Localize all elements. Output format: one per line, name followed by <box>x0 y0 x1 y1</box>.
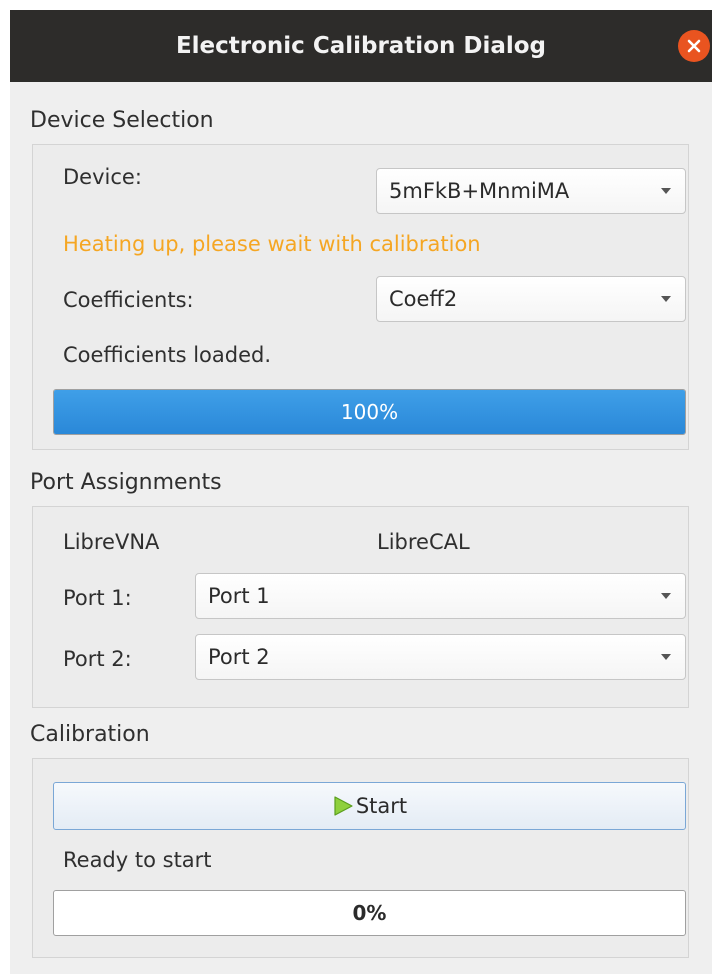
start-button[interactable]: Start <box>53 782 686 830</box>
device-select-value: 5mFkB+MnmiMA <box>389 179 570 203</box>
device-label: Device: <box>63 165 142 189</box>
calibration-group: Start Ready to start 0% <box>32 758 689 958</box>
port-assignments-group: LibreVNA LibreCAL Port 1: Port 1 Port 2:… <box>32 506 689 708</box>
librevna-column-header: LibreVNA <box>63 530 160 554</box>
start-button-label: Start <box>355 794 408 818</box>
heating-warning: Heating up, please wait with calibration <box>63 232 481 256</box>
chevron-down-icon <box>661 593 671 599</box>
chevron-down-icon <box>661 654 671 660</box>
librecal-column-header: LibreCAL <box>377 530 470 554</box>
calibration-dialog: Electronic Calibration Dialog Device Sel… <box>10 10 712 974</box>
port-1-select-value: Port 1 <box>208 584 270 608</box>
port-1-select[interactable]: Port 1 <box>195 573 686 619</box>
port-2-select-value: Port 2 <box>208 645 270 669</box>
calibration-heading: Calibration <box>30 722 150 747</box>
coefficients-progress-bar: 100% <box>53 389 686 435</box>
calibration-status: Ready to start <box>63 848 212 872</box>
close-button[interactable] <box>678 30 710 62</box>
progress-text: 0% <box>352 901 387 925</box>
port-1-label: Port 1: <box>63 586 132 610</box>
window-title: Electronic Calibration Dialog <box>175 33 547 59</box>
port-2-select[interactable]: Port 2 <box>195 634 686 680</box>
close-icon <box>687 39 701 53</box>
coefficients-status: Coefficients loaded. <box>63 343 272 367</box>
progress-text: 100% <box>340 400 399 424</box>
port-2-label: Port 2: <box>63 647 132 671</box>
port-assignments-heading: Port Assignments <box>30 470 222 495</box>
calibration-progress-bar: 0% <box>53 890 686 936</box>
chevron-down-icon <box>661 188 671 194</box>
title-bar: Electronic Calibration Dialog <box>10 10 712 82</box>
play-icon <box>334 796 353 816</box>
device-selection-group: Device: 5mFkB+MnmiMA Heating up, please … <box>32 144 689 450</box>
coefficients-label: Coefficients: <box>63 288 194 312</box>
device-selection-heading: Device Selection <box>30 108 214 133</box>
coefficients-select-value: Coeff2 <box>389 287 458 311</box>
chevron-down-icon <box>661 296 671 302</box>
device-select[interactable]: 5mFkB+MnmiMA <box>376 168 686 214</box>
coefficients-select[interactable]: Coeff2 <box>376 276 686 322</box>
